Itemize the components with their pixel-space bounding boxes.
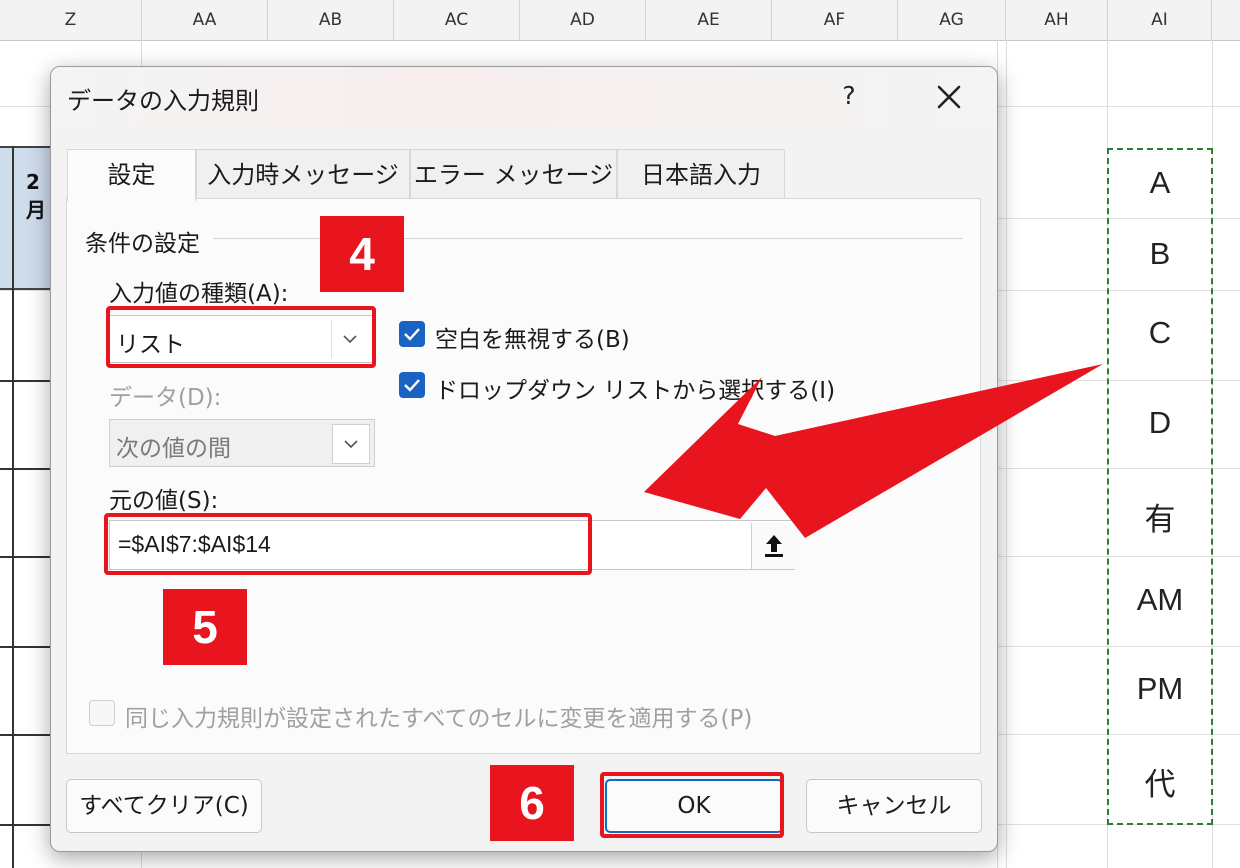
data-operator-label: データ(D): [109,385,222,411]
ai-cell[interactable]: D [1109,405,1211,441]
ai-cell[interactable]: 有 [1109,494,1211,539]
clear-all-button[interactable]: すべてクリア(C) [66,779,262,833]
ai-cell[interactable]: PM [1109,671,1211,707]
dialog-title: データの入力規則 [67,87,259,115]
chevron-down-icon[interactable] [332,424,370,464]
table-border [0,646,50,648]
table-border [0,556,50,558]
data-operator-value: 次の値の間 [116,436,231,462]
tab-input-message[interactable]: 入力時メッセージ [196,149,410,199]
column-header-row: Z AA AB AC AD AE AF AG AH AI [0,0,1240,41]
allow-label: 入力値の種類(A): [109,281,289,307]
column-header-af[interactable]: AF [772,0,898,40]
column-header-ad[interactable]: AD [520,0,646,40]
checkmark-icon [404,328,420,341]
step-6-badge: 6 [490,765,574,841]
ai-cell[interactable]: B [1109,236,1211,272]
column-header-ae[interactable]: AE [646,0,772,40]
tab-settings[interactable]: 設定 [67,149,196,201]
table-border [0,734,50,736]
ai-cell[interactable]: 代 [1109,759,1211,804]
tab-error-alert[interactable]: エラー メッセージ [410,149,617,199]
step-4-badge: 4 [320,216,404,292]
table-border [0,468,50,470]
column-header-z[interactable]: Z [0,0,142,40]
apply-to-all-label[interactable]: 同じ入力規則が設定されたすべてのセルに変更を適用する(P) [125,699,752,733]
highlight-ok-button [600,772,784,838]
month-header-cell[interactable]: 2月 [0,146,50,290]
grid-line [1006,40,1007,868]
data-validation-dialog: データの入力規則 ? 入力時メッセージ エラー メッセージ 日本語入力 設定 条… [50,66,998,852]
column-header-ah[interactable]: AH [1006,0,1108,40]
step-5-badge: 5 [163,589,247,665]
ai-cell[interactable]: A [1109,165,1211,201]
range-select-icon [765,535,783,557]
in-cell-dropdown-checkbox[interactable] [399,372,425,398]
column-header-aa[interactable]: AA [142,0,268,40]
close-button[interactable] [929,77,969,117]
checkmark-icon [404,379,420,392]
data-operator-dropdown[interactable]: 次の値の間 [109,419,375,467]
column-header-ai[interactable]: AI [1108,0,1212,40]
highlight-source-input [104,513,592,575]
ignore-blank-label[interactable]: 空白を無視する(B) [435,320,630,354]
cancel-button[interactable]: キャンセル [806,779,982,833]
table-border [12,146,14,868]
tab-ime-mode[interactable]: 日本語入力 [617,149,785,199]
column-header-ab[interactable]: AB [268,0,394,40]
ignore-blank-checkbox[interactable] [399,321,425,347]
ai-cell[interactable]: AM [1109,582,1211,618]
column-header-ac[interactable]: AC [394,0,520,40]
help-button[interactable]: ? [837,81,861,111]
apply-to-all-checkbox[interactable] [89,700,115,726]
validation-criteria-group-label: 条件の設定 [85,231,200,257]
dialog-titlebar[interactable]: データの入力規則 ? [51,67,997,127]
collapse-dialog-button[interactable] [751,523,796,569]
in-cell-dropdown-label[interactable]: ドロップダウン リストから選択する(I) [435,371,835,405]
highlight-allow-dropdown [106,306,376,368]
column-header-ag[interactable]: AG [898,0,1006,40]
close-icon [937,85,961,109]
month-header-text: 2月 [26,170,46,222]
table-border [0,824,50,826]
table-border [0,380,50,382]
ai-cell[interactable]: C [1109,315,1211,351]
source-label: 元の値(S): [109,488,219,514]
